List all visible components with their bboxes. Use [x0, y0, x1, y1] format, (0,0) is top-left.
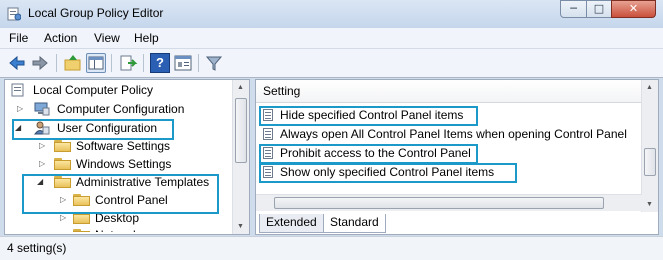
status-bar: 4 setting(s) [0, 236, 663, 260]
menu-bar: File Action View Help [0, 28, 663, 49]
export-list-icon[interactable] [118, 53, 138, 73]
scroll-down-icon[interactable]: ▼ [237, 223, 244, 230]
view-tabs: Extended Standard [255, 212, 659, 234]
tree-label: Network [95, 228, 140, 235]
scroll-up-icon[interactable]: ▲ [646, 84, 653, 91]
filter-icon[interactable] [204, 53, 224, 73]
computer-icon [34, 102, 50, 116]
scroll-up-icon[interactable]: ▲ [237, 84, 244, 91]
folder-icon [54, 140, 71, 152]
expand-arrow-icon[interactable]: ▷ [17, 100, 23, 118]
maximize-button[interactable]: □ [586, 0, 612, 18]
forward-icon[interactable] [30, 53, 50, 73]
tree-label: Computer Configuration [57, 102, 185, 116]
highlight-box [22, 174, 219, 214]
tab-standard[interactable]: Standard [323, 214, 386, 233]
scrollbar-thumb[interactable] [274, 197, 604, 209]
menu-file[interactable]: File [9, 31, 28, 45]
toolbar-separator [111, 54, 112, 72]
scroll-down-icon[interactable]: ▼ [646, 201, 653, 208]
highlight-box [12, 119, 174, 140]
extended-view-icon[interactable] [173, 53, 193, 73]
help-icon[interactable]: ? [150, 53, 170, 73]
menu-action[interactable]: Action [44, 31, 77, 45]
setting-label: Always open All Control Panel Items when… [280, 127, 627, 141]
status-text: 4 setting(s) [7, 241, 67, 255]
close-button[interactable]: ✕ [611, 0, 656, 18]
tree-pane-glyph [88, 56, 104, 70]
menu-help[interactable]: Help [134, 31, 159, 45]
tree-vertical-scrollbar[interactable]: ▲ ▼ [232, 80, 249, 234]
tree-item-computer-configuration[interactable]: ▷ Computer Configuration [9, 100, 239, 118]
minimize-button[interactable]: ─ [560, 0, 587, 18]
scrollbar-thumb[interactable] [644, 148, 656, 176]
tree-label: Windows Settings [76, 157, 172, 171]
tree-item-windows-settings[interactable]: ▷ Windows Settings [9, 155, 239, 173]
tree-label: Local Computer Policy [33, 83, 154, 97]
setting-column-header[interactable]: Setting [256, 80, 642, 103]
toolbar-separator [56, 54, 57, 72]
toolbar-separator [198, 54, 199, 72]
title-bar: Local Group Policy Editor ─ □ ✕ [0, 0, 663, 28]
setting-document-icon [263, 128, 273, 140]
list-horizontal-scrollbar[interactable] [256, 194, 642, 211]
highlight-box [259, 106, 478, 126]
tree-item-network[interactable]: Network [9, 226, 239, 235]
tree-item-local-computer-policy[interactable]: Local Computer Policy [9, 81, 239, 99]
tree-pane[interactable]: Local Computer Policy ▷ Computer Configu… [4, 79, 250, 235]
tab-extended[interactable]: Extended [259, 214, 324, 233]
folder-icon [73, 229, 90, 232]
toolbar: ? [0, 49, 663, 78]
policy-editor-icon [7, 7, 21, 21]
toolbar-separator [143, 54, 144, 72]
column-header-label: Setting [263, 84, 301, 98]
back-icon[interactable] [7, 53, 27, 73]
scrollbar-thumb[interactable] [235, 98, 247, 163]
highlight-box [259, 163, 517, 183]
policy-document-icon [11, 83, 24, 97]
menu-view[interactable]: View [94, 31, 120, 45]
expand-arrow-icon[interactable]: ▷ [39, 155, 45, 173]
window-title: Local Group Policy Editor [28, 6, 164, 20]
up-folder-icon[interactable] [63, 53, 83, 73]
highlight-box [259, 144, 478, 164]
folder-icon [54, 158, 71, 170]
show-hide-tree-icon[interactable] [86, 53, 106, 73]
list-vertical-scrollbar[interactable]: ▲ ▼ [641, 80, 658, 212]
